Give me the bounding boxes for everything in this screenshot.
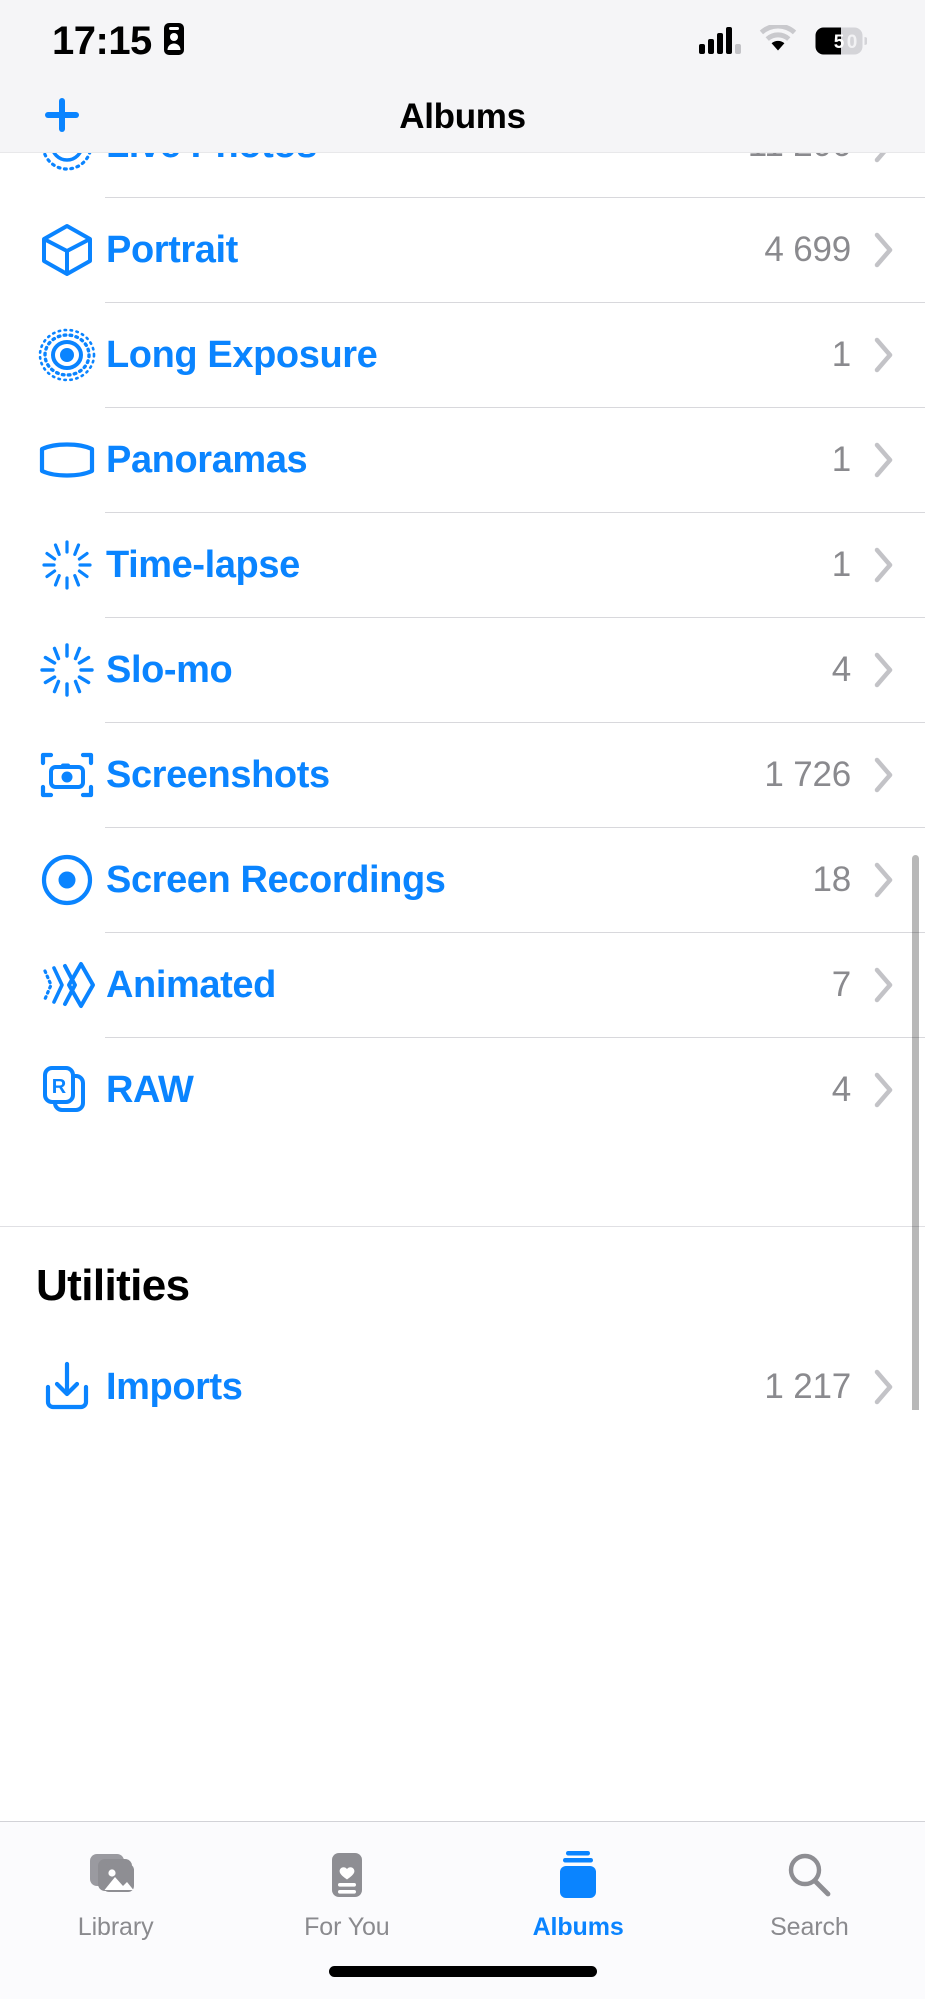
album-label: Screenshots: [106, 753, 330, 796]
album-count: 7: [831, 965, 851, 1004]
album-count: 1: [831, 545, 851, 584]
search-icon: [784, 1848, 834, 1902]
album-count: 11 206: [748, 153, 851, 165]
album-label: RAW: [106, 1068, 194, 1111]
chevron-right-icon: [873, 153, 895, 164]
chevron-right-icon: [873, 231, 895, 269]
chevron-right-icon: [873, 966, 895, 1004]
screen-recordings-icon: [28, 841, 106, 919]
albums-scroll-area[interactable]: Live Photos 11 206 Portrait 4 699: [0, 153, 925, 1410]
album-label: Imports: [106, 1365, 243, 1408]
id-card-icon: [163, 22, 184, 60]
wifi-icon: [759, 23, 797, 58]
album-label: Slo-mo: [106, 648, 233, 691]
svg-text:0: 0: [847, 32, 858, 53]
tab-search[interactable]: Search: [694, 1848, 925, 1942]
tab-library[interactable]: Library: [0, 1848, 231, 1942]
vertical-scrollbar[interactable]: [912, 855, 919, 1410]
chevron-right-icon: [873, 756, 895, 794]
raw-icon: R: [28, 1051, 106, 1129]
panoramas-icon: [28, 421, 106, 499]
animated-icon: [28, 946, 106, 1024]
album-label: Panoramas: [106, 438, 308, 481]
page-title: Albums: [399, 97, 526, 136]
status-bar-clock: 17:15: [52, 19, 152, 63]
cellular-signal-icon: [699, 24, 741, 59]
imports-icon: [28, 1348, 106, 1410]
svg-text:5: 5: [834, 32, 845, 53]
home-indicator: [328, 1966, 597, 1977]
navigation-bar: Albums: [0, 82, 925, 153]
add-album-button[interactable]: [36, 91, 88, 143]
chevron-right-icon: [873, 861, 895, 899]
tab-label: Search: [770, 1913, 849, 1941]
album-label: Screen Recordings: [106, 858, 446, 901]
photos-albums-screen: 17:15 5 0 Albums Portrait 4 699 Long Exp…: [0, 0, 925, 1999]
album-row-panoramas[interactable]: Panoramas 1: [0, 408, 925, 512]
section-header-utilities: Utilities: [36, 1261, 190, 1310]
albums-icon: [553, 1848, 603, 1902]
status-bar-right: 5 0: [699, 23, 867, 59]
status-bar: 17:15 5 0: [0, 0, 925, 82]
album-label: Time-lapse: [106, 543, 300, 586]
album-label: Live Photos: [106, 153, 748, 167]
live-photos-icon: [28, 153, 106, 184]
album-row-screenshots[interactable]: Screenshots 1 726: [0, 723, 925, 827]
plus-icon: [40, 93, 84, 142]
album-row-live-photos[interactable]: Live Photos 11 206: [0, 153, 925, 197]
album-row-slo-mo[interactable]: Slo-mo 4: [0, 618, 925, 722]
portrait-cube-icon: [28, 211, 106, 289]
chevron-right-icon: [873, 1368, 895, 1406]
album-row-imports[interactable]: Imports 1 217: [0, 1335, 925, 1410]
tab-for-you[interactable]: For You: [231, 1848, 462, 1942]
tab-label: For You: [304, 1913, 390, 1941]
album-count: 4 699: [764, 230, 851, 269]
album-row-long-exposure[interactable]: Long Exposure 1: [0, 303, 925, 407]
album-row-time-lapse[interactable]: Time-lapse 1: [0, 513, 925, 617]
album-label: Long Exposure: [106, 333, 378, 376]
album-row-raw[interactable]: R RAW 4: [0, 1038, 925, 1142]
long-exposure-icon: [28, 316, 106, 394]
battery-icon: 5 0: [815, 27, 867, 55]
tab-albums[interactable]: Albums: [463, 1848, 694, 1942]
album-count: 1 217: [764, 1367, 851, 1406]
album-row-screen-recordings[interactable]: Screen Recordings 18: [0, 828, 925, 932]
time-lapse-icon: [28, 526, 106, 604]
tab-label: Albums: [532, 1913, 624, 1941]
album-count: 1: [831, 440, 851, 479]
screenshots-icon: [28, 736, 106, 814]
album-row-animated[interactable]: Animated 7: [0, 933, 925, 1037]
status-bar-left: 17:15: [52, 21, 184, 61]
album-count: 1 726: [764, 755, 851, 794]
chevron-right-icon: [873, 441, 895, 479]
album-label: Animated: [106, 963, 276, 1006]
album-count: 4: [831, 650, 851, 689]
album-count: 18: [812, 860, 851, 899]
chevron-right-icon: [873, 546, 895, 584]
library-icon: [89, 1848, 143, 1902]
album-count: 1: [831, 335, 851, 374]
chevron-right-icon: [873, 1071, 895, 1109]
chevron-right-icon: [873, 336, 895, 374]
svg-text:R: R: [52, 1076, 67, 1098]
for-you-icon: [325, 1848, 369, 1902]
album-row-portrait[interactable]: Portrait 4 699: [0, 198, 925, 302]
chevron-right-icon: [873, 651, 895, 689]
album-label: Portrait: [106, 228, 238, 271]
slo-mo-icon: [28, 631, 106, 709]
album-count: 4: [831, 1070, 851, 1109]
tab-label: Library: [77, 1913, 154, 1941]
section-gap: [0, 1142, 925, 1226]
